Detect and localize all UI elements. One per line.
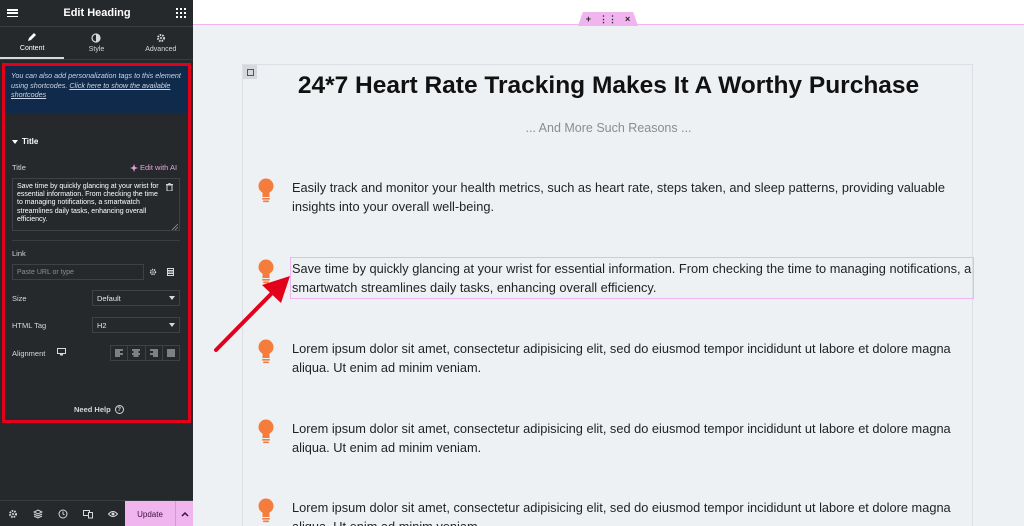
update-button[interactable]: Update (125, 510, 175, 519)
delete-section-icon[interactable]: × (625, 14, 630, 24)
drag-section-icon[interactable]: ⋮⋮ (599, 14, 617, 25)
tab-advanced-label: Advanced (145, 46, 177, 53)
footer-navigator-button[interactable] (25, 501, 50, 526)
list-item-text: Lorem ipsum dolor sit amet, consectetur … (292, 341, 951, 375)
menu-icon[interactable] (7, 9, 18, 17)
widgets-grid-icon[interactable] (175, 8, 186, 18)
tab-content-label: Content (19, 45, 45, 52)
chevron-up-icon (180, 511, 189, 517)
page-heading[interactable]: 24*7 Heart Rate Tracking Makes It A Wort… (243, 72, 974, 100)
panel-tabs: Content Style Advanced (0, 27, 193, 60)
lightbulb-icon (258, 498, 274, 523)
footer-preview-button[interactable] (100, 501, 125, 526)
panel-title: Edit Heading (63, 7, 131, 19)
tab-advanced[interactable]: Advanced (129, 27, 193, 59)
pencil-icon (28, 33, 37, 41)
eye-icon (107, 510, 118, 517)
gear-icon (156, 34, 165, 42)
footer-settings-button[interactable] (0, 501, 25, 526)
panel-header: Edit Heading (0, 0, 193, 27)
gear-icon (8, 509, 17, 518)
tab-content[interactable]: Content (0, 27, 65, 59)
list-item-text: Save time by quickly glancing at your wr… (290, 257, 974, 299)
add-section-icon[interactable]: + (586, 14, 591, 24)
responsive-icon (82, 509, 93, 518)
history-icon (58, 509, 67, 518)
list-item-text: Lorem ipsum dolor sit amet, consectetur … (292, 500, 951, 526)
layers-icon (32, 508, 43, 519)
update-options-button[interactable] (175, 501, 193, 526)
section-handle: + ⋮⋮ × (578, 12, 638, 26)
footer-history-button[interactable] (50, 501, 75, 526)
lightbulb-icon (258, 259, 274, 284)
lightbulb-icon (258, 178, 274, 203)
editor-canvas: + ⋮⋮ × 24*7 Heart Rate Tracking Makes It… (193, 0, 1024, 526)
annotation-highlight-box (2, 63, 191, 423)
editor-panel: Edit Heading Content Style Advanced You … (0, 0, 193, 526)
list-item-text: Lorem ipsum dolor sit amet, consectetur … (292, 421, 951, 455)
half-circle-icon (91, 33, 102, 43)
lightbulb-icon (258, 339, 274, 364)
update-button-group: Update (125, 501, 193, 526)
panel-footer: Update (0, 500, 193, 526)
lightbulb-icon (258, 419, 274, 444)
footer-responsive-button[interactable] (75, 501, 100, 526)
tab-style-label: Style (88, 46, 105, 53)
list-item-text: Easily track and monitor your health met… (292, 180, 945, 214)
page-subheading[interactable]: ... And More Such Reasons ... (243, 121, 974, 135)
tab-style[interactable]: Style (64, 27, 128, 59)
